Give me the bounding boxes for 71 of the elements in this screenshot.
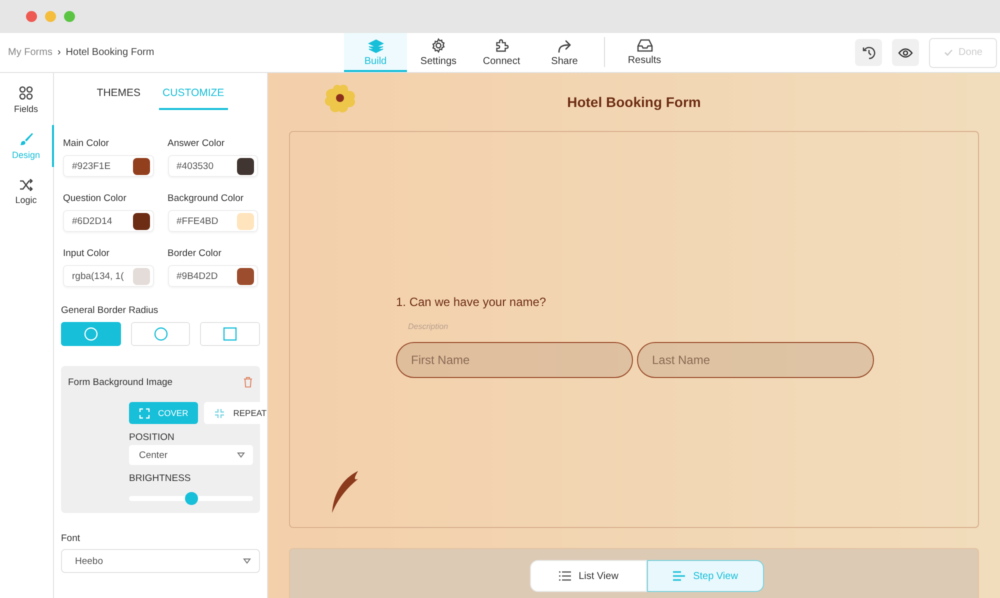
breadcrumb-link[interactable]: My Forms — [8, 47, 52, 58]
sidebar-item[interactable]: Fields — [0, 79, 54, 121]
color-field[interactable]: #403530 — [168, 155, 258, 177]
radius-option[interactable] — [61, 322, 121, 346]
position-label: POSITION — [129, 432, 176, 443]
nav-tab[interactable]: Settings — [407, 33, 470, 72]
image-mode-button[interactable]: REPEAT — [204, 402, 267, 424]
zoom-window-icon[interactable] — [64, 11, 75, 22]
view-toggle-button[interactable]: List View — [530, 560, 647, 592]
color-field[interactable]: rgba(134, 1( — [63, 265, 154, 287]
dropdown-caret-icon — [237, 452, 245, 458]
color-label: Input Color — [63, 248, 110, 259]
color-swatch[interactable] — [237, 158, 254, 174]
eye-icon — [898, 48, 913, 58]
preview-button[interactable] — [892, 39, 919, 66]
nav-tab[interactable]: Results — [613, 33, 676, 72]
question-text: 1. Can we have your name? — [396, 295, 548, 309]
puzzle-icon — [494, 38, 509, 53]
color-field[interactable]: #9B4D2D — [168, 265, 258, 287]
nav-tab[interactable]: Connect — [470, 33, 533, 72]
breadcrumb-current: Hotel Booking Form — [66, 47, 154, 58]
breadcrumb-separator: › — [57, 47, 61, 58]
circle-icon — [154, 327, 168, 341]
dropdown-caret-icon — [243, 558, 251, 564]
color-swatch[interactable] — [132, 158, 150, 174]
description-text: Description — [408, 322, 450, 331]
minimize-window-icon[interactable] — [45, 11, 56, 22]
color-field[interactable]: #FFE4BD — [168, 210, 258, 232]
flower-drawing — [322, 83, 358, 115]
shrink-icon — [214, 408, 226, 418]
position-select[interactable]: Center — [129, 445, 253, 465]
color-swatch[interactable] — [237, 212, 254, 230]
panel-tab[interactable]: THEMES — [92, 77, 145, 110]
slider-thumb[interactable] — [185, 492, 198, 505]
color-label: Main Color — [63, 138, 110, 149]
name-input-field[interactable]: Last Name — [637, 342, 874, 378]
color-label: Border Color — [168, 248, 222, 259]
history-button[interactable] — [855, 39, 882, 66]
share-arrow-icon — [556, 38, 572, 52]
list-icon — [558, 571, 571, 581]
circle-icon — [84, 327, 98, 341]
color-label: Background Color — [168, 193, 245, 204]
steps-icon — [673, 571, 686, 581]
color-field[interactable]: #6D2D14 — [63, 210, 154, 232]
close-window-icon[interactable] — [26, 11, 37, 22]
grid-icon — [19, 86, 33, 100]
expand-icon — [139, 408, 150, 418]
inbox-icon — [636, 39, 652, 52]
form-title: Hotel Booking Form — [567, 94, 701, 110]
nav-tab[interactable]: Share — [533, 33, 596, 72]
border-radius-label: General Border Radius — [61, 305, 160, 316]
color-swatch[interactable] — [237, 268, 254, 284]
sidebar-item[interactable]: Logic — [0, 171, 54, 213]
color-field[interactable]: #923F1E — [63, 155, 154, 177]
font-label: Font — [61, 533, 82, 544]
settings-icon — [431, 38, 446, 53]
brightness-label: BRIGHTNESS — [129, 473, 192, 484]
trash-icon[interactable] — [243, 376, 253, 388]
shuffle-icon — [19, 179, 33, 191]
card-title: Form Background Image — [68, 376, 173, 388]
color-swatch[interactable] — [132, 212, 150, 230]
color-label: Answer Color — [168, 138, 226, 149]
check-icon — [944, 49, 953, 56]
brush-icon — [19, 132, 33, 146]
color-label: Question Color — [63, 193, 128, 204]
name-input-field[interactable]: First Name — [396, 342, 633, 378]
square-icon — [223, 327, 238, 341]
history-icon — [862, 46, 876, 60]
layers-icon — [368, 38, 384, 52]
color-swatch[interactable] — [132, 268, 150, 284]
font-select[interactable]: Heebo — [61, 549, 260, 573]
